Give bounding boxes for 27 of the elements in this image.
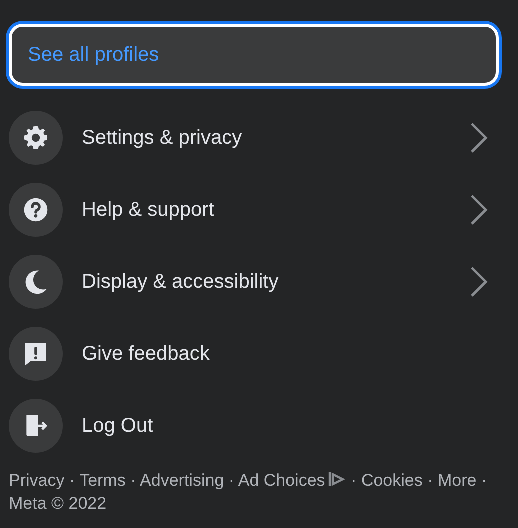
footer-link[interactable]: More bbox=[438, 471, 477, 490]
menu-item[interactable]: Settings & privacy bbox=[9, 111, 509, 165]
footer-link[interactable]: Advertising bbox=[140, 471, 224, 490]
play-triangle-icon bbox=[328, 471, 346, 488]
question-mark-icon bbox=[22, 196, 50, 224]
see-all-profiles-button[interactable]: See all profiles bbox=[9, 24, 499, 86]
copyright-text: Meta © 2022 bbox=[9, 494, 107, 513]
footer-link[interactable]: Terms bbox=[80, 471, 126, 490]
settings-icon bbox=[22, 124, 50, 152]
menu-label: Log Out bbox=[82, 414, 154, 439]
separator-dot: · bbox=[428, 471, 434, 490]
menu-label: Settings & privacy bbox=[82, 126, 244, 151]
menu-label: Give feedback bbox=[82, 342, 211, 367]
menu-item[interactable]: Log Out bbox=[9, 399, 509, 453]
menu-item[interactable]: Display & accessibility bbox=[9, 255, 509, 309]
footer-link[interactable]: Cookies bbox=[361, 471, 423, 490]
footer-link[interactable]: Ad Choices bbox=[238, 471, 326, 490]
separator-dot: · bbox=[69, 471, 76, 490]
menu-item[interactable]: Help & support bbox=[9, 183, 509, 237]
separator-dot: · bbox=[351, 471, 357, 490]
menu-label: Help & support bbox=[82, 198, 216, 223]
footer-link[interactable]: Privacy bbox=[9, 471, 65, 490]
separator-dot: · bbox=[228, 471, 235, 490]
menu-label: Display & accessibility bbox=[82, 270, 280, 295]
menu-item[interactable]: Give feedback bbox=[9, 327, 509, 381]
separator-dot: · bbox=[481, 471, 488, 490]
separator-dot: · bbox=[130, 471, 136, 490]
